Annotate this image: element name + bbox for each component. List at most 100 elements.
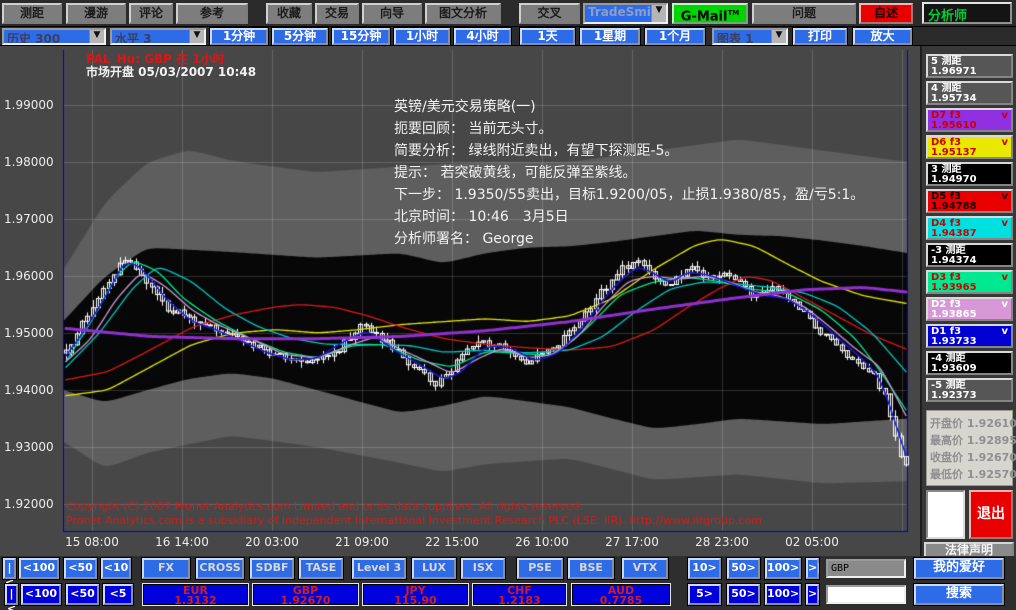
y-axis-label: 1.99000 xyxy=(4,98,54,112)
page-nav-right-1[interactable]: 10> xyxy=(687,557,722,580)
menu-button-8[interactable]: 图文分析 xyxy=(425,3,501,24)
market-button-pse[interactable]: PSE xyxy=(516,557,564,580)
timeframe-button-2[interactable]: 5分钟 xyxy=(271,27,329,46)
chevron-down-icon[interactable]: ▼ xyxy=(771,30,786,43)
market-button-fx[interactable]: FX xyxy=(141,557,191,580)
level-button-D2-f3[interactable]: D2 f3 v 1.93865 xyxy=(926,297,1013,321)
question-button[interactable]: 问题 xyxy=(752,3,856,24)
level-button-D4-f3[interactable]: D4 f3 v 1.94387 xyxy=(926,216,1013,240)
level-button-D1-f3[interactable]: D1 f3 v 1.93733 xyxy=(926,324,1013,348)
analysis-line-4: 提示： 若突破黄线，可能反弹至紫线。 xyxy=(394,165,637,181)
menu-button-7[interactable]: 向导 xyxy=(362,3,422,24)
market-button-sdbf[interactable]: SDBF xyxy=(249,557,295,580)
chevron-down-icon[interactable]: ▼ xyxy=(651,5,666,22)
high-price: 最高价 1.92895 xyxy=(930,434,1016,447)
timeframe-button-4[interactable]: 1小时 xyxy=(393,27,451,46)
page-nav2-right-2[interactable]: 50> xyxy=(726,583,761,606)
menu-button-6[interactable]: 交易 xyxy=(315,3,359,24)
timeframe-button-8[interactable]: 1个月 xyxy=(644,27,706,46)
ticker-aud[interactable]: AUD 0.7785 xyxy=(571,583,671,606)
page-nav-right-2[interactable]: 50> xyxy=(726,557,761,580)
analysis-line-6: 北京时间： 10:46 3月5日 xyxy=(394,209,569,225)
page-nav2-left-1[interactable]: |< xyxy=(4,583,19,610)
analysis-line-3: 简要分析： 绿线附近卖出，有望下探测距-5。 xyxy=(394,143,679,159)
print-button[interactable]: 打印 xyxy=(792,27,848,46)
page-nav2-right-1[interactable]: 5> xyxy=(687,583,722,606)
ticker-jpy[interactable]: JPY 115.90 xyxy=(362,583,469,606)
exit-button[interactable]: 退出 xyxy=(969,490,1013,539)
market-button-lux[interactable]: LUX xyxy=(411,557,457,580)
page-nav2-left-3[interactable]: <50 xyxy=(65,583,100,606)
page-nav-left-3[interactable]: <50 xyxy=(63,557,98,580)
level-button--4-测距[interactable]: -4 测距 1.93609 xyxy=(926,351,1013,375)
menu-button-2[interactable]: 漫游 xyxy=(66,3,126,24)
x-axis-label: 26 10:00 xyxy=(515,535,569,549)
timeframe-button-1[interactable]: 1分钟 xyxy=(209,27,269,46)
level-value: 1.94788 xyxy=(931,201,977,212)
chart-select-dropdown[interactable]: 图表 1 ▼ xyxy=(712,28,788,45)
timeframe-toolbar: 历史 300 ▼ 水平 3 ▼ 1分钟 5分钟 15分钟 1小时 4小时 1天 1星期 1个月… xyxy=(0,27,1016,73)
market-button-cross[interactable]: CROSS xyxy=(195,557,245,580)
check-icon: v xyxy=(1001,218,1008,229)
level-button--5-测距[interactable]: -5 测距 1.92373 xyxy=(926,378,1013,402)
level-value: 1.93965 xyxy=(931,282,977,293)
analysis-line-2: 扼要回顾： 当前无头寸。 xyxy=(394,121,553,137)
page-nav-left-4[interactable]: <10 xyxy=(100,557,132,580)
level-button-3-测距[interactable]: 3 测距 1.94970 xyxy=(926,162,1013,186)
market-button-isx[interactable]: ISX xyxy=(460,557,506,580)
page-nav2-left-4[interactable]: <5 xyxy=(102,583,134,606)
level-value: 1.94387 xyxy=(931,228,977,239)
market-button-bse[interactable]: BSE xyxy=(567,557,615,580)
low-price: 最低价 1.92570 xyxy=(930,468,1016,481)
level-value: 1.95734 xyxy=(931,93,977,104)
level-button-5-测距[interactable]: 5 测距 1.96971 xyxy=(926,54,1013,78)
tradesmith-dropdown-value: TradeSmith xyxy=(585,5,651,22)
check-icon: v xyxy=(1001,110,1008,121)
page-nav-left-2[interactable]: <100 xyxy=(18,557,60,580)
page-nav2-right-4[interactable]: >| xyxy=(805,583,821,606)
menu-button-9[interactable]: 交叉 xyxy=(519,3,580,24)
history-dropdown[interactable]: 历史 300 ▼ xyxy=(2,28,106,45)
page-nav2-right-3[interactable]: 100> xyxy=(764,583,802,606)
timeframe-button-5[interactable]: 4小时 xyxy=(453,27,512,46)
x-axis-label: 28 23:00 xyxy=(695,535,749,549)
chevron-down-icon[interactable]: ▼ xyxy=(89,30,104,43)
level-button-D3-f3[interactable]: D3 f3 v 1.93965 xyxy=(926,270,1013,294)
page-nav-left-1[interactable]: |< xyxy=(2,557,17,589)
level-button--3-测距[interactable]: -3 测距 1.94374 xyxy=(926,243,1013,267)
tradesmith-dropdown[interactable]: TradeSmith ▼ xyxy=(583,3,668,24)
timeframe-button-7[interactable]: 1星期 xyxy=(579,27,641,46)
menu-button-4[interactable]: 参考 xyxy=(176,3,248,24)
menu-button-3[interactable]: 评论 xyxy=(129,3,173,24)
market-open-label: 市场开盘 05/03/2007 10:48 xyxy=(86,65,257,79)
self-description-button[interactable]: 自述 xyxy=(859,3,913,24)
level-dropdown[interactable]: 水平 3 ▼ xyxy=(110,28,206,45)
ticker-eur[interactable]: EUR 1.3132 xyxy=(142,583,249,606)
level-button-D5-f3[interactable]: D5 f3 v 1.94788 xyxy=(926,189,1013,213)
zoom-in-button[interactable]: 放大 xyxy=(852,27,913,46)
ticker-chf[interactable]: CHF 1.2183 xyxy=(472,583,567,606)
timeframe-button-6[interactable]: 1天 xyxy=(519,27,576,46)
level-button-D7-f3[interactable]: D7 f3 v 1.95610 xyxy=(926,108,1013,132)
timeframe-button-3[interactable]: 15分钟 xyxy=(331,27,391,46)
search-button[interactable]: 搜索 xyxy=(913,583,1005,606)
page-nav-right-4[interactable]: >| xyxy=(805,557,821,580)
gmail-button[interactable]: G-MailTM xyxy=(672,3,748,24)
history-dropdown-value: 历史 300 xyxy=(4,30,89,43)
chevron-down-icon[interactable]: ▼ xyxy=(189,30,204,43)
analysis-text-block: 英镑/美元交易策略(一) 扼要回顾： 当前无头寸。 简要分析： 绿线附近卖出，有望下… xyxy=(394,96,864,250)
page-nav2-left-2[interactable]: <100 xyxy=(20,583,62,606)
menu-button-1[interactable]: 测距 xyxy=(2,3,62,24)
search-input[interactable] xyxy=(826,585,906,604)
menu-button-5[interactable]: 收藏 xyxy=(266,3,312,24)
page-nav-right-3[interactable]: 100> xyxy=(764,557,802,580)
ticker-gbp[interactable]: GBP 1.92670 xyxy=(252,583,359,606)
market-button-tase[interactable]: TASE xyxy=(298,557,344,580)
level-button-D6-f3[interactable]: D6 f3 v 1.95137 xyxy=(926,135,1013,159)
copyright-line-1: Copyright (C) 2007 Pronet Analytics.com … xyxy=(66,500,584,513)
market-button-vtx[interactable]: VTX xyxy=(621,557,669,580)
market-button-level-3[interactable]: Level 3 xyxy=(351,557,407,580)
favorites-button[interactable]: 我的爱好 xyxy=(913,557,1005,580)
symbol-input[interactable] xyxy=(826,559,906,578)
level-button-4-测距[interactable]: 4 测距 1.95734 xyxy=(926,81,1013,105)
